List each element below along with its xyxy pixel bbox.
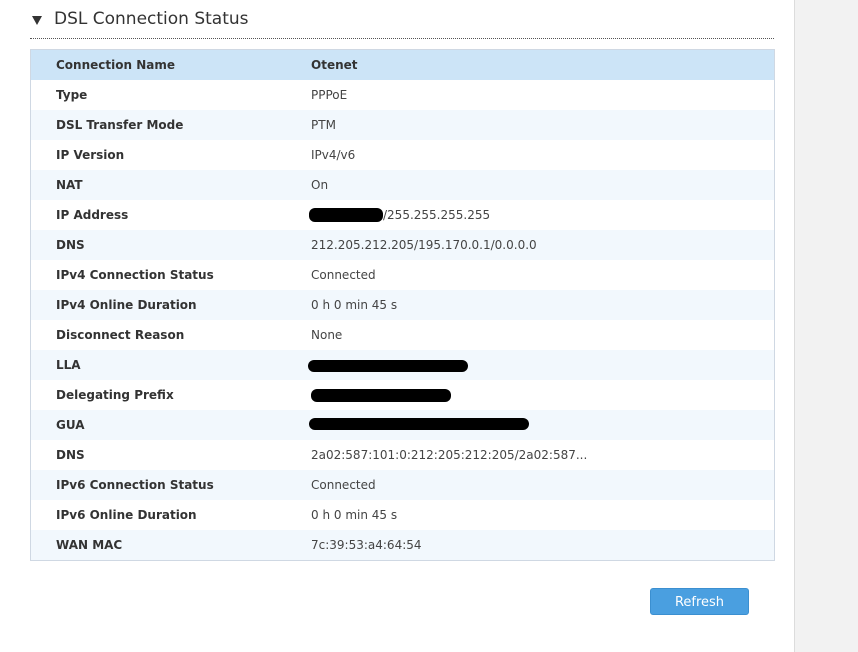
collapse-triangle-icon[interactable] <box>32 16 42 25</box>
row-value: 0 h 0 min 45 s <box>311 508 398 522</box>
table-row: Delegating Prefix <box>31 380 774 410</box>
row-label: DSL Transfer Mode <box>56 118 184 132</box>
row-value: PTM <box>311 118 336 132</box>
section-title: DSL Connection Status <box>54 9 249 29</box>
row-value: On <box>311 178 329 192</box>
redaction-mark <box>308 360 468 372</box>
redaction-mark <box>309 418 529 430</box>
table-row: GUA <box>31 410 774 440</box>
redaction-mark <box>309 208 383 222</box>
row-value: None <box>311 328 343 342</box>
row-value: Connected <box>311 478 376 492</box>
row-label: IPv4 Online Duration <box>56 298 197 312</box>
table-row: IP Version IPv4/v6 <box>31 140 774 170</box>
header-value: Otenet <box>311 58 358 72</box>
table-row: Type PPPoE <box>31 80 774 110</box>
row-label: IPv6 Connection Status <box>56 478 214 492</box>
page-right-gutter <box>794 0 858 652</box>
table-row: DSL Transfer Mode PTM <box>31 110 774 140</box>
row-value: 212.205.212.205/195.170.0.1/0.0.0.0 <box>311 238 537 252</box>
row-label: GUA <box>56 418 85 432</box>
row-value: IPv4/v6 <box>311 148 356 162</box>
row-label: Delegating Prefix <box>56 388 174 402</box>
row-label: DNS <box>56 238 85 252</box>
row-value: PPPoE <box>311 88 348 102</box>
row-label: IPv6 Online Duration <box>56 508 197 522</box>
row-value: 7c:39:53:a4:64:54 <box>311 538 422 552</box>
table-row: WAN MAC 7c:39:53:a4:64:54 <box>31 530 774 560</box>
connection-status-table: Connection Name Otenet Type PPPoE DSL Tr… <box>30 49 775 561</box>
table-row: IPv4 Online Duration 0 h 0 min 45 s <box>31 290 774 320</box>
row-label: DNS <box>56 448 85 462</box>
header-label: Connection Name <box>56 58 175 72</box>
row-label: IP Address <box>56 208 129 222</box>
table-row: IPv4 Connection Status Connected <box>31 260 774 290</box>
row-label: Type <box>56 88 88 102</box>
table-row: IPv6 Online Duration 0 h 0 min 45 s <box>31 500 774 530</box>
table-row: DNS 2a02:587:101:0:212:205:212:205/2a02:… <box>31 440 774 470</box>
row-value: 2a02:587:101:0:212:205:212:205/2a02:587.… <box>311 448 588 462</box>
row-label: WAN MAC <box>56 538 123 552</box>
table-header-row: Connection Name Otenet <box>31 50 774 80</box>
table-row: LLA <box>31 350 774 380</box>
section-header[interactable]: DSL Connection Status <box>30 6 774 39</box>
row-label: IPv4 Connection Status <box>56 268 214 282</box>
table-row: Disconnect Reason None <box>31 320 774 350</box>
redaction-mark <box>311 389 451 402</box>
row-value: /255.255.255.255 <box>383 208 491 222</box>
row-value: Connected <box>311 268 376 282</box>
row-label: Disconnect Reason <box>56 328 185 342</box>
refresh-button[interactable]: Refresh <box>650 588 749 615</box>
row-label: NAT <box>56 178 83 192</box>
table-row: DNS 212.205.212.205/195.170.0.1/0.0.0.0 <box>31 230 774 260</box>
table-row: IPv6 Connection Status Connected <box>31 470 774 500</box>
row-label: IP Version <box>56 148 125 162</box>
table-row: NAT On <box>31 170 774 200</box>
row-value: 0 h 0 min 45 s <box>311 298 398 312</box>
row-label: LLA <box>56 358 81 372</box>
table-row: IP Address /255.255.255.255 <box>31 200 774 230</box>
